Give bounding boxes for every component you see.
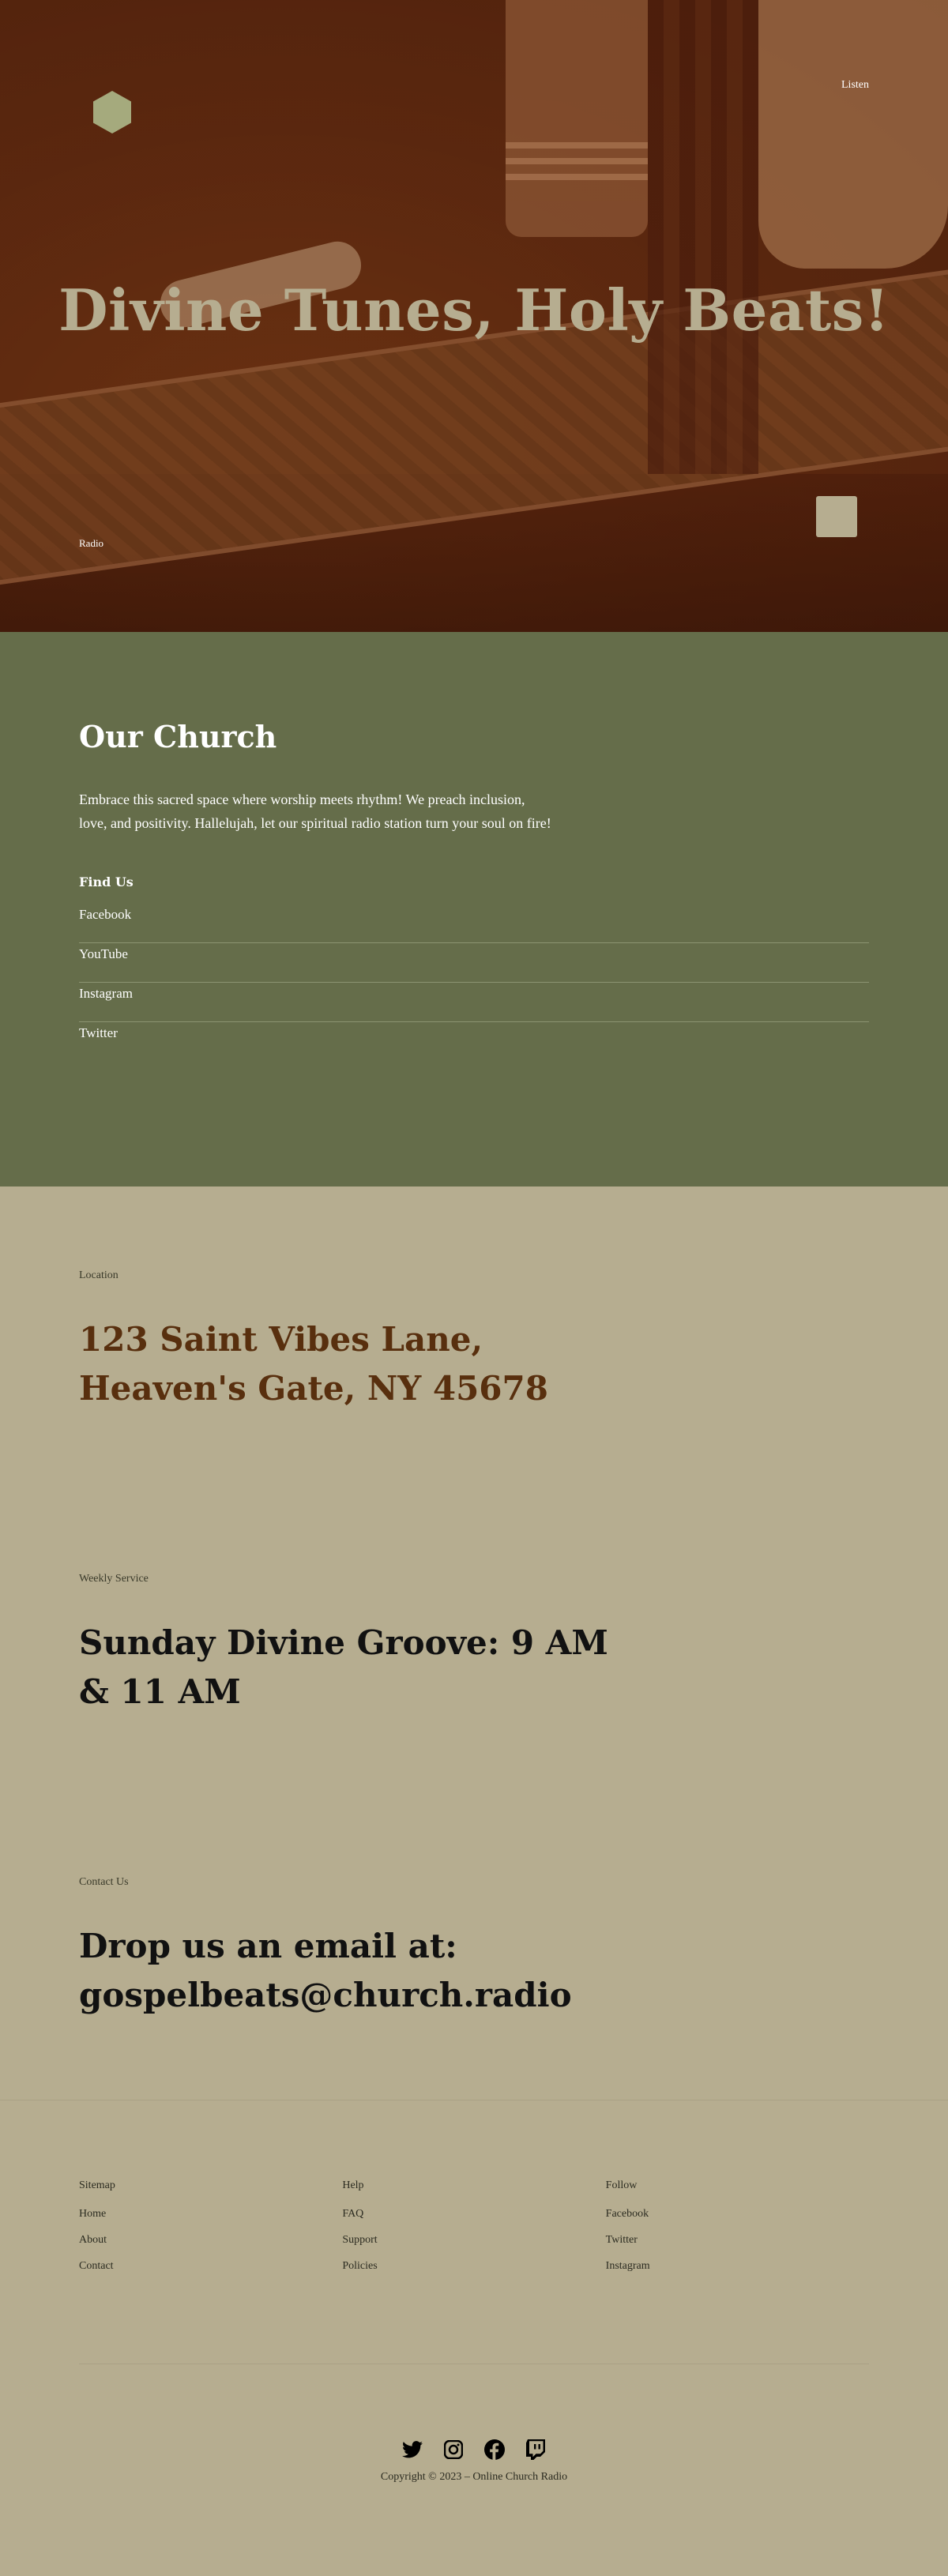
footer-column-heading: Sitemap — [79, 2179, 115, 2191]
contact-section: Contact Us Drop us an email at: gospelbe… — [0, 1793, 948, 2100]
location-section: Location 123 Saint Vibes Lane, Heaven's … — [0, 1186, 948, 1490]
church-description: Embrace this sacred space where worship … — [79, 792, 551, 831]
footer-link-twitter[interactable]: Twitter — [606, 2234, 869, 2247]
twitter-icon[interactable] — [402, 2439, 423, 2460]
footer-link-about[interactable]: About — [79, 2234, 342, 2247]
contact-label: Contact Us — [79, 1876, 129, 1888]
hero-section: Listen Divine Tunes, Holy Beats! Radio — [0, 0, 948, 632]
link-facebook[interactable]: Facebook — [79, 904, 869, 943]
footer-link-policies[interactable]: Policies — [342, 2260, 605, 2273]
nav-listen-link[interactable]: Listen — [841, 79, 869, 92]
hero-background-robe — [506, 0, 648, 237]
footer-link-facebook[interactable]: Facebook — [606, 2208, 869, 2221]
facebook-icon[interactable] — [484, 2439, 505, 2460]
footer: Sitemap Home About Contact Help FAQ Supp… — [0, 2100, 948, 2575]
play-button[interactable] — [816, 496, 857, 537]
footer-column-heading: Help — [342, 2179, 364, 2191]
footer-column-heading: Follow — [605, 2179, 638, 2191]
footer-link-instagram[interactable]: Instagram — [606, 2260, 869, 2273]
footer-column-sitemap: Sitemap Home About Contact — [79, 2179, 342, 2286]
church-section: Our Church Embrace this sacred space whe… — [0, 632, 948, 1186]
logo[interactable] — [93, 91, 131, 134]
hero-background-robe — [758, 0, 948, 269]
twitch-icon[interactable] — [525, 2439, 546, 2460]
hero-background-curtain — [648, 0, 758, 474]
location-address: 123 Saint Vibes Lane, Heaven's Gate, NY … — [79, 1320, 548, 1408]
link-youtube[interactable]: YouTube — [79, 943, 869, 983]
footer-link-faq[interactable]: FAQ — [342, 2208, 605, 2221]
church-heading: Our Church — [79, 719, 277, 754]
footer-link-support[interactable]: Support — [342, 2234, 605, 2247]
footer-column-help: Help FAQ Support Policies — [342, 2179, 605, 2286]
service-section: Weekly Service Sunday Divine Groove: 9 A… — [0, 1490, 948, 1793]
hero-title: Divine Tunes, Holy Beats! — [58, 276, 890, 344]
footer-column-follow: Follow Facebook Twitter Instagram — [606, 2179, 869, 2286]
instagram-icon[interactable] — [443, 2439, 464, 2460]
link-instagram[interactable]: Instagram — [79, 983, 869, 1022]
service-times: Sunday Divine Groove: 9 AM & 11 AM — [79, 1623, 608, 1711]
footer-link-home[interactable]: Home — [79, 2208, 342, 2221]
link-twitter[interactable]: Twitter — [79, 1022, 869, 1062]
copyright-text: Copyright © 2023 – Online Church Radio — [380, 2471, 568, 2483]
footer-link-contact[interactable]: Contact — [79, 2260, 342, 2273]
location-label: Location — [79, 1269, 118, 1281]
contact-email[interactable]: Drop us an email at: gospelbeats@church.… — [79, 1922, 679, 2020]
service-label: Weekly Service — [79, 1573, 149, 1585]
hero-radio-label: Radio — [79, 537, 104, 549]
find-us-links: Facebook YouTube Instagram Twitter — [79, 904, 869, 1062]
social-icons — [79, 2439, 869, 2460]
find-us-label: Find Us — [79, 874, 134, 889]
